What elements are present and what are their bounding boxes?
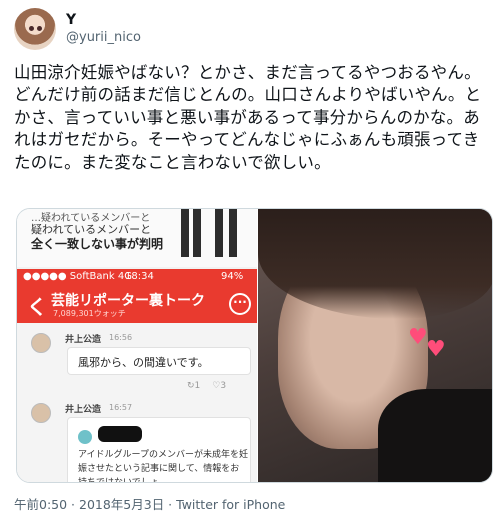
repost-count: ↻1 xyxy=(187,381,201,391)
snippet-headline: 全く一致しない事が判明 xyxy=(31,237,164,251)
avatar-eye xyxy=(37,26,42,31)
leg-shape xyxy=(181,209,189,257)
redaction-bar xyxy=(98,426,142,442)
heart-icon: ♥ xyxy=(426,337,446,362)
heart-icon: ♥ xyxy=(408,325,428,350)
like-count: ♡3 xyxy=(212,381,227,391)
message-time: 16:56 xyxy=(109,333,133,342)
display-name[interactable]: Y xyxy=(66,12,76,28)
tweet-timestamp[interactable]: 午前0:50 · 2018年5月3日 · Twitter for iPhone xyxy=(14,494,285,513)
phone-status-bar: ●●●●● SoftBank 4G 18:34 94% xyxy=(17,269,257,285)
back-icon: く xyxy=(27,295,47,319)
nav-title: 芸能リポーター裏トーク xyxy=(51,293,205,309)
media-image-screenshot[interactable]: …疑われているメンバーと 疑われているメンバーと 全く一致しない事が判明 ●●●… xyxy=(17,209,257,483)
avatar xyxy=(31,333,51,353)
message-author: 井上公造 xyxy=(65,335,102,345)
avatar xyxy=(31,403,51,423)
tweet-header: Y @yurii_nico xyxy=(14,8,486,54)
shirt-shape xyxy=(378,389,492,482)
leg-shape xyxy=(215,209,223,257)
article-snippet: …疑われているメンバーと 疑われているメンバーと 全く一致しない事が判明 xyxy=(17,209,257,267)
tweet-text: 山田涼介妊娠やばない？とかさ、まだ言ってるやつおるやん。どんだけ前の話まだ信じと… xyxy=(14,63,482,172)
avatar-eye xyxy=(29,26,34,31)
app-nav-bar: く 芸能リポーター裏トーク 7,089,301ウォッチ ··· xyxy=(17,285,257,323)
media-image-selfie[interactable]: ♥ ♥ xyxy=(258,209,492,482)
status-time: 18:34 xyxy=(125,271,154,282)
nav-subtitle: 7,089,301ウォッチ xyxy=(53,309,126,318)
message-time: 16:57 xyxy=(109,403,133,412)
legs-photo xyxy=(175,209,245,259)
status-battery: 94% xyxy=(221,271,244,282)
leg-shape xyxy=(193,209,201,257)
user-handle[interactable]: @yurii_nico xyxy=(66,30,141,45)
more-icon: ··· xyxy=(229,293,251,315)
tweet-media[interactable]: …疑われているメンバーと 疑われているメンバーと 全く一致しない事が判明 ●●●… xyxy=(16,208,493,483)
message-reactions: ↻1 ♡3 xyxy=(187,381,238,391)
chat-area: 井上公造 16:56 風邪から、の間違いです。 ↻1 ♡3 井上公造 16:57 … xyxy=(17,323,257,483)
message-bubble: アイドルグループのメンバーが未成年を妊娠させたという記事に関して、情報をお持ちで… xyxy=(67,417,251,483)
status-carrier: ●●●●● SoftBank 4G xyxy=(23,271,132,282)
leg-shape xyxy=(229,209,237,257)
profile-icon xyxy=(78,430,92,444)
message-text: アイドルグループのメンバーが未成年を妊娠させたという記事に関して、情報をお持ちで… xyxy=(78,450,249,483)
avatar[interactable] xyxy=(14,8,56,50)
message-bubble: 風邪から、の間違いです。 xyxy=(67,347,251,375)
message-author: 井上公造 xyxy=(65,405,102,415)
